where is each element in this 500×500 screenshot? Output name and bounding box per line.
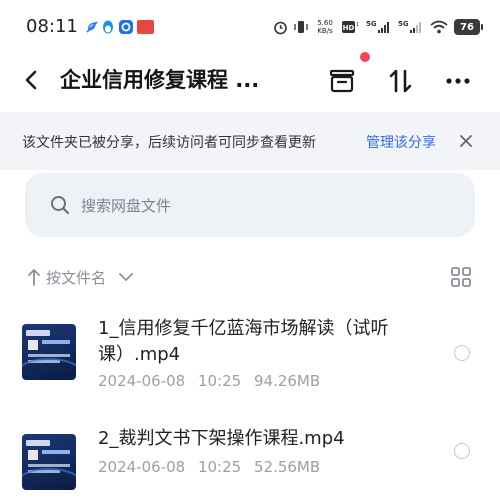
file-meta: 2024-06-08 10:25 94.26MB bbox=[98, 372, 328, 390]
sort-by-name-button[interactable]: 按文件名 bbox=[46, 267, 106, 288]
battery-indicator: 76 bbox=[454, 19, 483, 35]
file-time: 10:25 bbox=[197, 458, 242, 476]
status-time: 08:11 bbox=[26, 16, 78, 37]
manage-share-link[interactable]: 管理该分享 bbox=[366, 132, 436, 152]
search-placeholder: 搜索网盘文件 bbox=[81, 197, 172, 215]
file-name: 1_信用修复千亿蓝海市场解读（试听课）.mp4 bbox=[98, 318, 389, 365]
share-notice-banner: 该文件夹已被分享，后续访问者可同步查看更新 管理该分享 bbox=[0, 112, 500, 170]
network-speed: 5.60 KB/s bbox=[317, 19, 333, 35]
file-name: 2_裁判文书下架操作课程.mp4 bbox=[98, 428, 345, 449]
grid-view-icon[interactable] bbox=[450, 266, 472, 288]
bank-app-icon bbox=[137, 20, 154, 34]
file-size: 94.26MB bbox=[253, 372, 321, 390]
title-bar: 企业信用修复课程 ... bbox=[0, 52, 500, 108]
file-date: 2024-06-08 bbox=[98, 372, 186, 390]
hd-icon: HD 1 bbox=[342, 21, 359, 33]
close-icon[interactable] bbox=[458, 133, 474, 149]
archive-icon[interactable] bbox=[327, 66, 357, 96]
file-date: 2024-06-08 bbox=[98, 458, 186, 476]
select-checkbox[interactable] bbox=[454, 443, 470, 459]
select-checkbox[interactable] bbox=[454, 345, 470, 361]
chevron-down-icon[interactable] bbox=[118, 270, 134, 284]
search-input[interactable]: 搜索网盘文件 bbox=[25, 173, 475, 237]
svg-text:1: 1 bbox=[356, 22, 359, 28]
file-size: 52.56MB bbox=[253, 458, 321, 476]
notification-dot bbox=[360, 52, 370, 62]
signal-icon-sim1: 5G bbox=[366, 20, 389, 33]
page-title: 企业信用修复课程 ... bbox=[60, 68, 260, 92]
share-notice-text: 该文件夹已被分享，后续访问者可同步查看更新 bbox=[22, 135, 316, 151]
video-thumbnail bbox=[22, 324, 76, 380]
file-meta: 2024-06-08 10:25 52.56MB bbox=[98, 458, 328, 476]
vibrate-icon bbox=[294, 21, 308, 33]
feather-app-icon bbox=[86, 21, 98, 33]
back-button[interactable] bbox=[18, 66, 46, 94]
alarm-icon bbox=[274, 21, 287, 34]
file-list-item[interactable]: 2_裁判文书下架操作课程.mp4 2024-06-08 10:25 52.56M… bbox=[0, 420, 500, 500]
wifi-icon bbox=[430, 20, 448, 34]
file-list-item[interactable]: 1_信用修复千亿蓝海市场解读（试听课）.mp4 2024-06-08 10:25… bbox=[0, 310, 500, 406]
penguin-app-icon bbox=[103, 20, 113, 34]
svg-text:5G: 5G bbox=[398, 20, 409, 28]
file-time: 10:25 bbox=[197, 372, 242, 390]
more-icon[interactable] bbox=[443, 66, 473, 96]
sort-transfer-icon[interactable] bbox=[386, 66, 416, 96]
arrow-up-icon[interactable] bbox=[26, 267, 42, 287]
status-bar: 08:11 5.60 KB/s HD 1 5G 5G 76 bbox=[0, 0, 500, 52]
status-indicators: 5.60 KB/s HD 1 5G 5G 76 bbox=[273, 16, 483, 38]
search-icon bbox=[51, 196, 70, 215]
svg-text:HD: HD bbox=[343, 24, 355, 32]
round-app-icon bbox=[119, 20, 133, 34]
sort-bar: 按文件名 bbox=[0, 258, 500, 296]
video-thumbnail bbox=[22, 434, 76, 490]
signal-icon-sim2: 5G bbox=[398, 20, 421, 33]
svg-text:5G: 5G bbox=[366, 20, 377, 28]
